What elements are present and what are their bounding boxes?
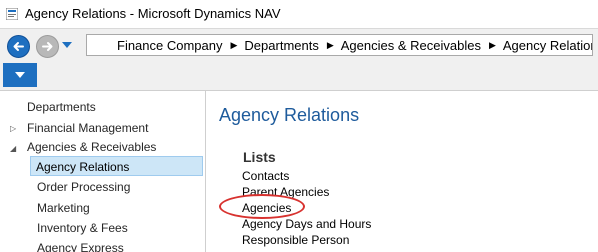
tree-expander-icon[interactable]: ▷ (10, 124, 16, 133)
ribbon (0, 62, 598, 91)
content-area: Agency Relations Lists Contacts Parent A… (206, 91, 598, 252)
navigation-bar: Finance Company ▶ Departments ▶ Agencies… (0, 29, 598, 62)
back-arrow-icon (13, 42, 24, 51)
link-contacts[interactable]: Contacts (242, 169, 289, 183)
forward-arrow-icon (42, 42, 53, 51)
history-dropdown-icon[interactable] (62, 42, 72, 48)
breadcrumb-item[interactable]: Agencies & Receivables (341, 38, 481, 53)
breadcrumb-separator-icon[interactable]: ▶ (489, 40, 496, 51)
forward-button[interactable] (36, 35, 59, 58)
nav-item-agencies-receivables[interactable]: Agencies & Receivables (27, 140, 156, 154)
breadcrumb-item[interactable]: Finance Company (117, 38, 223, 53)
breadcrumb-separator-icon[interactable]: ▶ (327, 40, 334, 51)
link-responsible-person[interactable]: Responsible Person (242, 233, 349, 247)
page-title: Agency Relations (219, 105, 360, 125)
tree-expander-icon[interactable]: ◢ (10, 144, 16, 153)
navigation-pane: Departments ▷ Financial Management ◢ Age… (0, 91, 206, 252)
breadcrumb-separator-icon[interactable]: ▶ (231, 40, 238, 51)
ribbon-menu-button[interactable] (3, 63, 37, 87)
ribbon-menu-icon (15, 72, 25, 78)
nav-item-departments[interactable]: Departments (27, 100, 96, 114)
breadcrumb-item[interactable]: Departments (244, 38, 318, 53)
title-bar: Agency Relations - Microsoft Dynamics NA… (0, 0, 598, 29)
nav-item-order-processing[interactable]: Order Processing (37, 180, 130, 194)
back-button[interactable] (7, 35, 30, 58)
nav-item-inventory-fees[interactable]: Inventory & Fees (37, 221, 128, 235)
nav-item-marketing[interactable]: Marketing (37, 201, 90, 215)
highlight-circle-annotation (219, 194, 305, 219)
app-window: Agency Relations - Microsoft Dynamics NA… (0, 0, 598, 252)
window-title: Agency Relations - Microsoft Dynamics NA… (25, 6, 281, 21)
link-agency-days-and-hours[interactable]: Agency Days and Hours (242, 217, 371, 231)
nav-item-agency-relations[interactable]: Agency Relations (36, 160, 129, 174)
address-bar[interactable]: Finance Company ▶ Departments ▶ Agencies… (86, 34, 593, 56)
nav-item-agency-express[interactable]: Agency Express (37, 241, 124, 252)
section-heading-lists: Lists (243, 149, 276, 165)
nav-item-financial-management[interactable]: Financial Management (27, 121, 148, 135)
breadcrumb-item[interactable]: Agency Relations (503, 38, 592, 53)
app-icon (6, 8, 18, 20)
